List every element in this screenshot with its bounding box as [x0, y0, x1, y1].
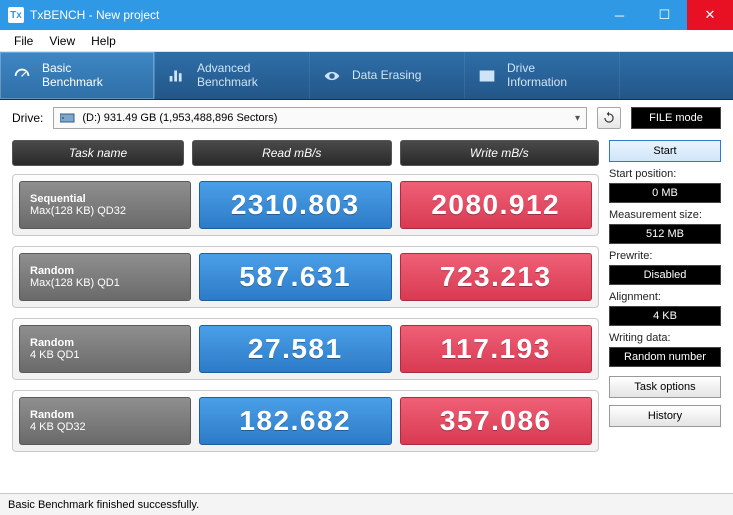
hdd-icon	[60, 112, 76, 124]
status-text: Basic Benchmark finished successfully.	[8, 499, 199, 511]
measurement-size-value[interactable]: 512 MB	[609, 224, 721, 244]
title-bar: Tx TxBENCH - New project ─ ☐ ✕	[0, 0, 733, 30]
refresh-icon	[602, 111, 616, 125]
write-value: 2080.912	[400, 181, 593, 229]
tab-advanced-benchmark[interactable]: AdvancedBenchmark	[155, 52, 310, 99]
menu-file[interactable]: File	[6, 34, 41, 48]
status-bar: Basic Benchmark finished successfully.	[0, 493, 733, 515]
measurement-size-label: Measurement size:	[609, 209, 721, 221]
writing-data-label: Writing data:	[609, 332, 721, 344]
maximize-button[interactable]: ☐	[642, 0, 687, 30]
gauge-icon	[10, 64, 34, 88]
task-name-cell: RandomMax(128 KB) QD1	[19, 253, 191, 301]
tab-label: Drive	[507, 61, 535, 75]
table-row: Random4 KB QD32 182.682 357.086	[12, 390, 599, 452]
read-value: 2310.803	[199, 181, 392, 229]
drive-icon	[475, 64, 499, 88]
drive-select[interactable]: (D:) 931.49 GB (1,953,488,896 Sectors) ▾	[53, 107, 587, 129]
menu-help[interactable]: Help	[83, 34, 124, 48]
prewrite-value[interactable]: Disabled	[609, 265, 721, 285]
write-value: 357.086	[400, 397, 593, 445]
prewrite-label: Prewrite:	[609, 250, 721, 262]
start-position-value[interactable]: 0 MB	[609, 183, 721, 203]
drive-label: Drive:	[12, 111, 43, 125]
tab-label: Advanced	[197, 61, 250, 75]
table-row: RandomMax(128 KB) QD1 587.631 723.213	[12, 246, 599, 308]
start-position-label: Start position:	[609, 168, 721, 180]
menu-bar: File View Help	[0, 30, 733, 52]
write-value: 723.213	[400, 253, 593, 301]
chart-icon	[165, 64, 189, 88]
alignment-value[interactable]: 4 KB	[609, 306, 721, 326]
app-icon: Tx	[8, 7, 24, 23]
read-value: 27.581	[199, 325, 392, 373]
task-name-cell: SequentialMax(128 KB) QD32	[19, 181, 191, 229]
tab-data-erasing[interactable]: Data Erasing	[310, 52, 465, 99]
erase-icon	[320, 64, 344, 88]
tab-basic-benchmark[interactable]: BasicBenchmark	[0, 52, 155, 99]
close-button[interactable]: ✕	[687, 0, 733, 30]
window-controls: ─ ☐ ✕	[597, 0, 733, 30]
writing-data-value[interactable]: Random number	[609, 347, 721, 367]
menu-view[interactable]: View	[41, 34, 83, 48]
alignment-label: Alignment:	[609, 291, 721, 303]
read-value: 587.631	[199, 253, 392, 301]
results-table: Task name Read mB/s Write mB/s Sequentia…	[12, 140, 599, 462]
tab-label: Benchmark	[197, 75, 258, 89]
header-task: Task name	[12, 140, 184, 166]
file-mode-indicator: FILE mode	[631, 107, 721, 129]
drive-toolbar: Drive: (D:) 931.49 GB (1,953,488,896 Sec…	[0, 100, 733, 136]
start-button[interactable]: Start	[609, 140, 721, 162]
chevron-down-icon: ▾	[575, 113, 580, 124]
write-value: 117.193	[400, 325, 593, 373]
tab-label: Data Erasing	[352, 69, 421, 83]
refresh-button[interactable]	[597, 107, 621, 129]
header-read: Read mB/s	[192, 140, 392, 166]
read-value: 182.682	[199, 397, 392, 445]
tab-label: Information	[507, 75, 567, 89]
table-row: SequentialMax(128 KB) QD32 2310.803 2080…	[12, 174, 599, 236]
window-title: TxBENCH - New project	[30, 8, 159, 22]
task-name-cell: Random4 KB QD32	[19, 397, 191, 445]
tab-label: Basic	[42, 61, 71, 75]
task-name-cell: Random4 KB QD1	[19, 325, 191, 373]
drive-selection-text: (D:) 931.49 GB (1,953,488,896 Sectors)	[82, 112, 277, 124]
table-row: Random4 KB QD1 27.581 117.193	[12, 318, 599, 380]
history-button[interactable]: History	[609, 405, 721, 427]
task-options-button[interactable]: Task options	[609, 376, 721, 398]
tab-label: Benchmark	[42, 75, 103, 89]
tab-bar: BasicBenchmark AdvancedBenchmark Data Er…	[0, 52, 733, 100]
minimize-button[interactable]: ─	[597, 0, 642, 30]
header-write: Write mB/s	[400, 140, 600, 166]
side-panel: Start Start position: 0 MB Measurement s…	[609, 140, 721, 462]
tab-drive-information[interactable]: DriveInformation	[465, 52, 620, 99]
